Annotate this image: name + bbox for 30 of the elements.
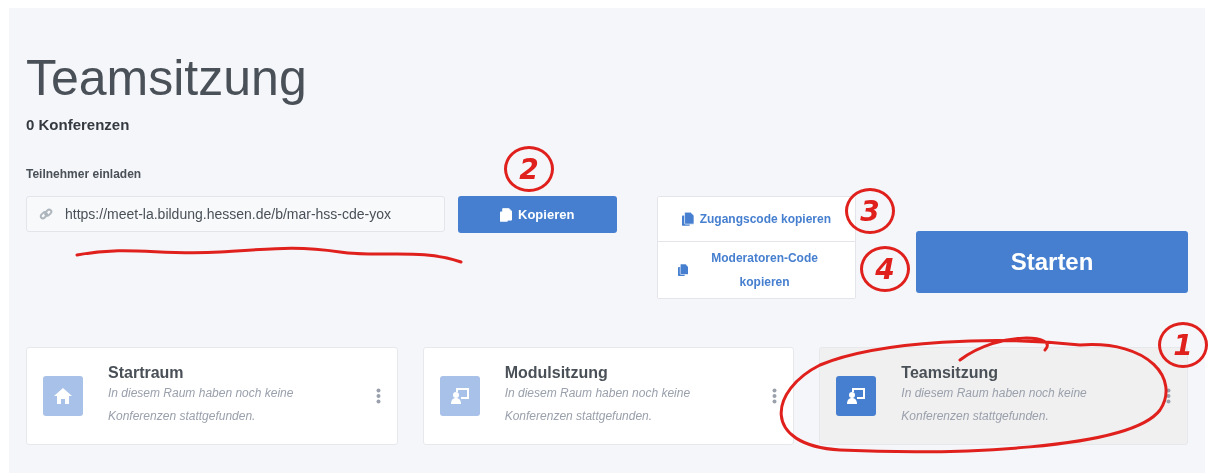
conference-count: 0 Konferenzen [26,116,131,133]
annotation-number: 4 [860,246,910,292]
more-icon[interactable] [375,388,381,404]
room-name: Teamsitzung [901,364,999,382]
presentation-icon [449,387,470,405]
room-name: Startraum [108,364,185,382]
url-field[interactable]: https://meet-la.bildung.hessen.de/b/mar-hss-cde-yox [26,196,445,232]
annotation-number: 3 [845,188,895,234]
annotation-number: 1 [1158,322,1208,368]
more-icon[interactable] [1166,388,1171,404]
link-icon [39,207,53,221]
room-description: In diesem Raum haben noch keine Konferenzen stattgefunden. [108,385,295,425]
invite-label: Teilnehmer einladen [26,167,142,181]
copy-icon [677,263,689,277]
annotation-number: 2 [504,146,554,192]
copy-icon [681,212,694,226]
copy-button[interactable]: Kopieren [457,196,617,233]
copy-code-button[interactable]: Moderatoren-Code kopieren [657,241,856,298]
start-button[interactable]: Starten [916,231,1188,293]
room-name: Modulsitzung [504,364,609,382]
url-text: https://meet-la.bildung.hessen.de/b/mar-hss-cde-yox [65,206,392,222]
page-title: Teamsitzung [26,49,308,108]
presentation-icon [846,387,867,405]
more-icon[interactable] [772,388,778,404]
copy-icon [500,207,513,222]
room-description: In diesem Raum haben noch keine Konferenzen stattgefunden. [504,385,692,425]
room-card[interactable]: Startraum In diesem Raum haben noch keine Konferenzen stattgefunden. [26,347,398,445]
room-card[interactable]: Modulsitzung In diesem Raum haben noch keine Konferenzen stattgefunden. [422,347,795,445]
room-description: In diesem Raum haben noch keine Konferenzen stattgefunden. [901,385,1088,425]
home-icon [53,387,73,405]
